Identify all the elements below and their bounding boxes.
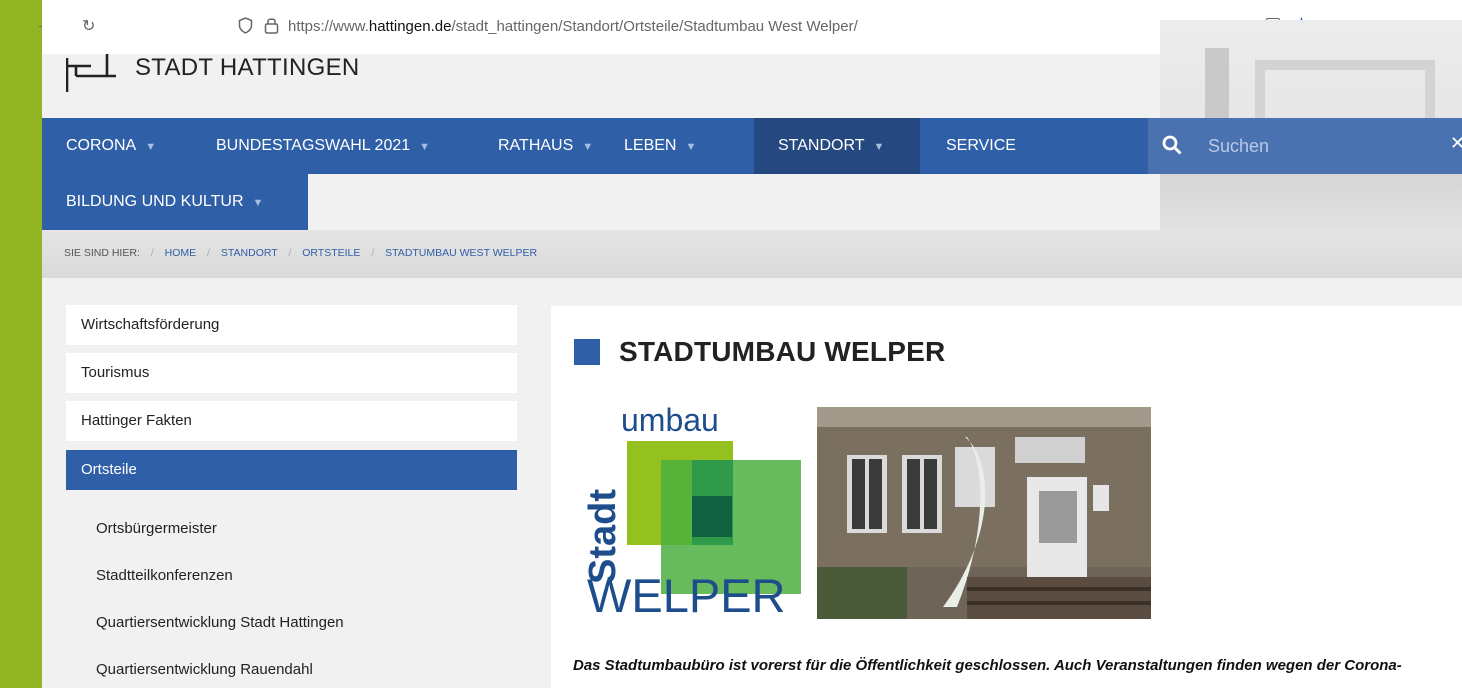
caret-down-icon: ▼: [582, 141, 594, 153]
window-left-edge: [0, 0, 42, 688]
nav-item-rathaus[interactable]: RATHAUS ▼: [474, 118, 593, 174]
nav-label: RATHAUS: [498, 137, 574, 154]
stadtumbau-office-photo: [817, 407, 1151, 619]
sidebar-item-ortsteile[interactable]: Ortsteile: [66, 450, 517, 490]
search-icon[interactable]: [1162, 135, 1182, 155]
paragraph-text: Das Stadtumbaubüro ist vorerst für die Ö…: [573, 657, 1402, 674]
search-input[interactable]: [1208, 130, 1438, 162]
caret-down-icon: ▼: [252, 197, 264, 209]
nav-item-bundestagswahl[interactable]: BUNDESTAGSWAHL 2021 ▼: [192, 118, 430, 174]
title-square-icon: [574, 339, 600, 365]
breadcrumb-current[interactable]: STADTUMBAU WEST WELPER: [385, 247, 537, 259]
breadcrumb-ortsteile[interactable]: ORTSTEILE: [302, 247, 360, 259]
sidebar-item-tourismus[interactable]: Tourismus: [66, 353, 517, 393]
breadcrumb-separator: /: [288, 247, 292, 259]
sidebar-subitem-quartier-hattingen[interactable]: Quartiersentwicklung Stadt Hattingen: [96, 614, 344, 631]
reload-icon[interactable]: ↻: [82, 16, 95, 36]
nav-label: LEBEN: [624, 137, 677, 154]
main-navigation: CORONA ▼ BUNDESTAGSWAHL 2021 ▼ RATHAUS ▼ LE…: [42, 118, 1148, 174]
city-logo-text[interactable]: STADT HATTINGEN: [135, 54, 360, 82]
logo-word-bottom: WELPER: [587, 569, 786, 618]
breadcrumb-separator: /: [150, 247, 154, 259]
search-bar: ✕: [1148, 118, 1462, 174]
caret-down-icon: ▼: [419, 141, 431, 153]
nav-item-corona[interactable]: CORONA ▼: [42, 118, 156, 174]
sidebar-item-wirtschaftsfoerderung[interactable]: Wirtschaftsförderung: [66, 305, 517, 345]
caret-down-icon: ▼: [145, 141, 157, 153]
nav-label: SERVICE: [946, 137, 1016, 154]
nav-label: BUNDESTAGSWAHL 2021: [216, 137, 411, 154]
lock-icon[interactable]: [264, 16, 279, 34]
logo-square-dark: [692, 496, 732, 537]
address-bar[interactable]: https://www.hattingen.de/stadt_hattingen…: [288, 18, 858, 35]
sidebar-item-hattinger-fakten[interactable]: Hattinger Fakten: [66, 401, 517, 441]
nav-label: CORONA: [66, 137, 137, 154]
nav-item-standort[interactable]: STANDORT ▼: [754, 118, 920, 174]
caret-down-icon: ▼: [873, 141, 885, 153]
nav-label: BILDUNG UND KULTUR: [66, 193, 244, 210]
breadcrumb: SIE SIND HIER: / HOME / STANDORT / ORTST…: [42, 230, 1462, 278]
stadtumbau-welper-logo: umbau Stadt WELPER: [582, 404, 801, 618]
nav-item-leben[interactable]: LEBEN ▼: [600, 118, 696, 174]
caret-down-icon: ▼: [685, 141, 697, 153]
breadcrumb-separator: /: [371, 247, 375, 259]
url-domain: hattingen.de: [368, 18, 452, 35]
breadcrumb-home[interactable]: HOME: [165, 247, 197, 259]
breadcrumb-separator: /: [207, 247, 210, 259]
nav-label: STANDORT: [778, 137, 865, 154]
url-prefix: https://www.: [288, 18, 369, 35]
nav-item-service[interactable]: SERVICE: [922, 118, 1016, 174]
logo-word-top: umbau: [621, 404, 719, 438]
sidebar-subitem-stadtteilkonferenzen[interactable]: Stadtteilkonferenzen: [96, 567, 233, 584]
sidebar-subitem-ortsbuergermeister[interactable]: Ortsbürgermeister: [96, 520, 217, 537]
nav-item-bildung-und-kultur[interactable]: BILDUNG UND KULTUR ▼: [42, 174, 263, 230]
breadcrumb-label: SIE SIND HIER:: [64, 247, 140, 259]
close-icon[interactable]: ✕: [1450, 133, 1462, 154]
city-logo-icon[interactable]: [66, 54, 118, 92]
url-path: /stadt_hattingen/Standort/Ortsteile/Stad…: [451, 18, 858, 35]
shield-icon[interactable]: [238, 17, 253, 34]
main-navigation-row-2: BILDUNG UND KULTUR ▼: [42, 174, 308, 230]
page-title: STADTUMBAU WELPER: [619, 336, 946, 367]
breadcrumb-standort[interactable]: STANDORT: [221, 247, 278, 259]
sidebar-subitem-quartier-rauendahl[interactable]: Quartiersentwicklung Rauendahl: [96, 661, 313, 678]
